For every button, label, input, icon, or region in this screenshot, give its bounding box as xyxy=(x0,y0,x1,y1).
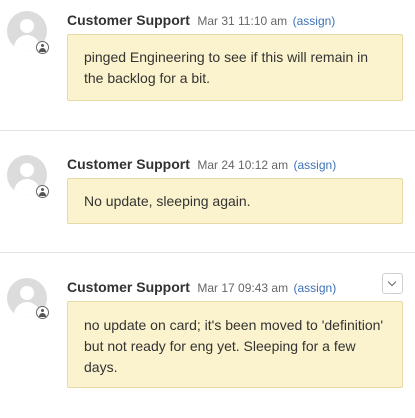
comment-menu-button[interactable] xyxy=(382,273,403,294)
comment-date: Mar 24 10:12 am xyxy=(197,158,289,172)
comment-author[interactable]: Customer Support xyxy=(67,279,190,295)
comment-divider xyxy=(0,130,415,131)
user-badge-icon xyxy=(36,306,49,319)
comment-author[interactable]: Customer Support xyxy=(67,12,190,28)
chevron-down-icon xyxy=(387,277,397,287)
user-badge-icon xyxy=(36,41,49,54)
comment-divider xyxy=(0,252,415,253)
user-badge-icon xyxy=(36,185,49,198)
comment-header: Customer Support Mar 17 09:43 am (assign… xyxy=(67,279,336,297)
comment-header: Customer Support Mar 31 11:10 am (assign… xyxy=(67,12,335,30)
comment-body: no update on card; it's been moved to 'd… xyxy=(67,301,403,388)
comment-header: Customer Support Mar 24 10:12 am (assign… xyxy=(67,156,336,174)
comment-feed: Customer Support Mar 31 11:10 am (assign… xyxy=(0,0,415,418)
comment-author[interactable]: Customer Support xyxy=(67,156,190,172)
comment-body: No update, sleeping again. xyxy=(67,178,403,224)
comment-date: Mar 17 09:43 am xyxy=(197,281,289,295)
assign-link[interactable]: (assign) xyxy=(294,281,337,295)
comment-body: pinged Engineering to see if this will r… xyxy=(67,34,403,101)
comment-date: Mar 31 11:10 am xyxy=(197,14,288,28)
assign-link[interactable]: (assign) xyxy=(293,14,336,28)
assign-link[interactable]: (assign) xyxy=(294,158,337,172)
